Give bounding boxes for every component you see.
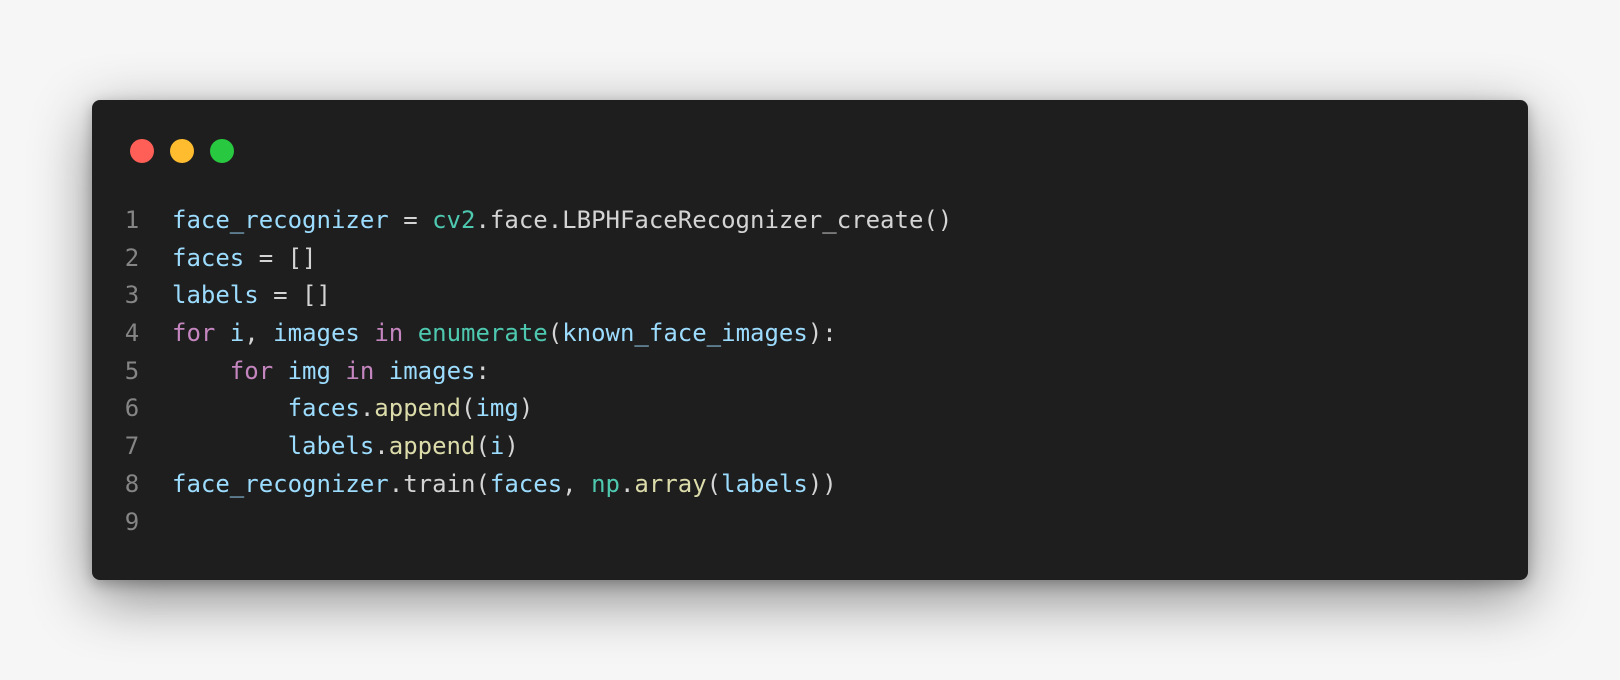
code-token-plain: ) — [504, 432, 519, 461]
code-token-variable: faces — [287, 394, 360, 423]
code-window: 1 face_recognizer = cv2.face.LBPHFaceReco… — [92, 100, 1528, 580]
code-line: 2 faces = [] — [92, 240, 1528, 278]
code-token-plain: . — [359, 394, 375, 423]
code-token-plain: : — [475, 356, 490, 385]
code-token-plain: ( — [475, 432, 490, 461]
code-token-function: append — [388, 432, 476, 461]
code-token-module: cv2 — [432, 206, 476, 234]
code-token-plain: = — [388, 206, 433, 234]
code-line: 1 face_recognizer = cv2.face.LBPHFaceReco… — [92, 202, 1528, 240]
code-text: faces.append(img) — [172, 390, 534, 428]
line-number: 4 — [124, 319, 140, 348]
code-text: for img in images: — [172, 353, 490, 391]
zoom-dot-icon[interactable] — [210, 139, 234, 163]
code-token-plain: = [] — [244, 243, 317, 272]
line-number: 1 — [124, 206, 140, 234]
code-token-plain: )) — [807, 469, 837, 498]
code-token-plain: ( — [461, 394, 476, 423]
code-token-variable: known_face_images — [562, 319, 808, 348]
code-line: 4 for i, images in enumerate(known_face_i… — [92, 315, 1528, 353]
code-token-variable: images — [388, 356, 476, 385]
code-token-module: enumerate — [417, 319, 548, 348]
line-number: 9 — [124, 507, 140, 536]
code-token-function: append — [374, 394, 461, 423]
line-number: 2 — [124, 243, 140, 272]
code-token-plain: ( — [706, 469, 722, 498]
code-token-variable: i — [229, 319, 245, 348]
code-token-variable: face_recognizer — [172, 469, 389, 498]
line-number: 3 — [124, 281, 140, 310]
code-token-plain: . — [619, 469, 635, 498]
code-line: 7 labels.append(i) — [92, 428, 1528, 466]
code-token-function: array — [634, 469, 707, 498]
code-token-module: np — [591, 469, 620, 498]
code-token-keyword: in — [345, 356, 375, 385]
line-number: 8 — [124, 469, 140, 498]
code-token-keyword: in — [374, 319, 404, 348]
code-token-plain: .face.LBPHFaceRecognizer_create() — [475, 206, 953, 234]
code-token-plain: ( — [547, 319, 563, 348]
code-token-plain: . — [374, 432, 389, 461]
code-text: face_recognizer.train(faces, np.array(la… — [172, 466, 837, 504]
code-token-keyword: for — [229, 356, 274, 385]
code-token-plain: ) — [518, 394, 534, 423]
code-token-plain: ): — [807, 319, 837, 348]
code-token-variable: faces — [489, 469, 563, 498]
code-token-plain: , — [562, 469, 592, 498]
code-token-plain: , — [244, 319, 274, 348]
code-token-variable: images — [273, 319, 360, 348]
code-line: 5 for img in images: — [92, 353, 1528, 391]
code-token-variable: labels — [172, 281, 259, 310]
code-text: faces = [] — [172, 240, 317, 278]
code-text: labels.append(i) — [172, 428, 519, 466]
code-token-variable: labels — [287, 432, 375, 461]
code-token-variable: img — [475, 394, 519, 423]
code-block: 1 face_recognizer = cv2.face.LBPHFaceReco… — [92, 202, 1528, 541]
line-number: 5 — [124, 356, 140, 385]
code-line: 8 face_recognizer.train(faces, np.array(l… — [92, 466, 1528, 504]
minimize-dot-icon[interactable] — [170, 139, 194, 163]
code-token-plain: = [] — [258, 281, 331, 310]
code-token-variable: faces — [172, 243, 245, 272]
code-text: for i, images in enumerate(known_face_im… — [172, 315, 837, 353]
code-token-variable: img — [287, 356, 331, 385]
code-token-variable: face_recognizer — [172, 206, 389, 234]
window-controls — [130, 139, 234, 163]
code-token-keyword: for — [172, 319, 216, 348]
line-number: 6 — [124, 394, 140, 423]
code-text: labels = [] — [172, 277, 331, 315]
code-token-variable: i — [489, 432, 505, 461]
close-dot-icon[interactable] — [130, 139, 154, 163]
code-line: 9 — [92, 504, 1528, 542]
code-line: 6 faces.append(img) — [92, 390, 1528, 428]
code-token-variable: labels — [721, 469, 808, 498]
code-line: 3 labels = [] — [92, 277, 1528, 315]
code-text: face_recognizer = cv2.face.LBPHFaceRecog… — [172, 202, 952, 240]
line-number: 7 — [124, 432, 140, 461]
code-token-plain: .train( — [388, 469, 490, 498]
